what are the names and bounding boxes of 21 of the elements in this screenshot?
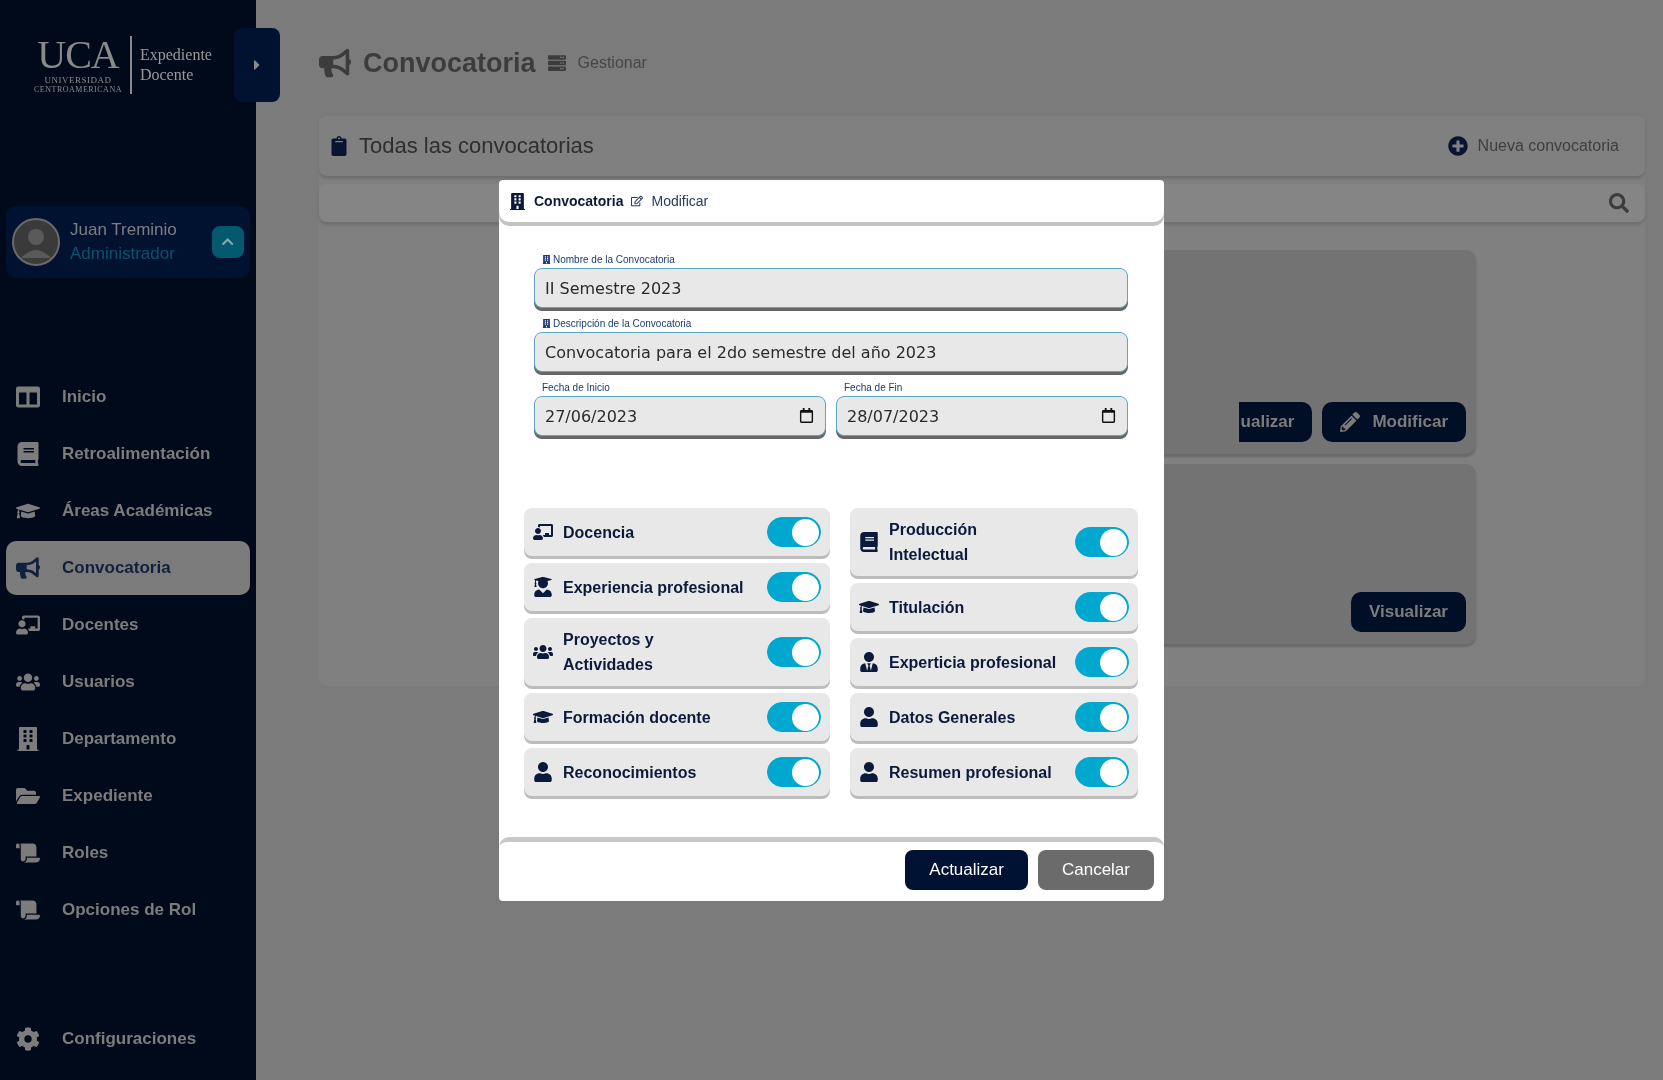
toggle-label: Proyectos y Actividades [563, 630, 655, 675]
field-label: Fecha de Fin [843, 382, 904, 393]
field-label: Nombre de la Convocatoria [553, 254, 675, 265]
toggle-label: Titulación [889, 597, 965, 618]
field-label: Fecha de Inicio [541, 382, 611, 393]
toggle-label: Experiencia profesional [563, 577, 744, 598]
page-title: Convocatoria [363, 47, 536, 79]
toggle-label: Docencia [563, 522, 635, 543]
modal-title: Convocatoria [534, 193, 624, 209]
field-label: Descripción de la Convocatoria [553, 318, 692, 329]
user-name: Juan Treminio [70, 220, 178, 240]
toggle-label: Datos Generales [889, 707, 1016, 728]
toggle-label: Formación docente [563, 707, 711, 728]
toggle-label: Experticia profesional [889, 652, 1057, 673]
toggle-label: Reconocimientos [563, 762, 697, 783]
panel-title: Todas las convocatorias [359, 133, 595, 159]
user-role: Administrador [70, 244, 176, 264]
modal-subtitle: Modificar [651, 193, 709, 209]
university-logo: UCA UNIVERSIDAD CENTROAMERICANA Expediente Docente [34, 35, 212, 95]
toggle-label: Resumen profesional [889, 762, 1052, 783]
toggle-label: Producción Intelectual [889, 520, 978, 565]
